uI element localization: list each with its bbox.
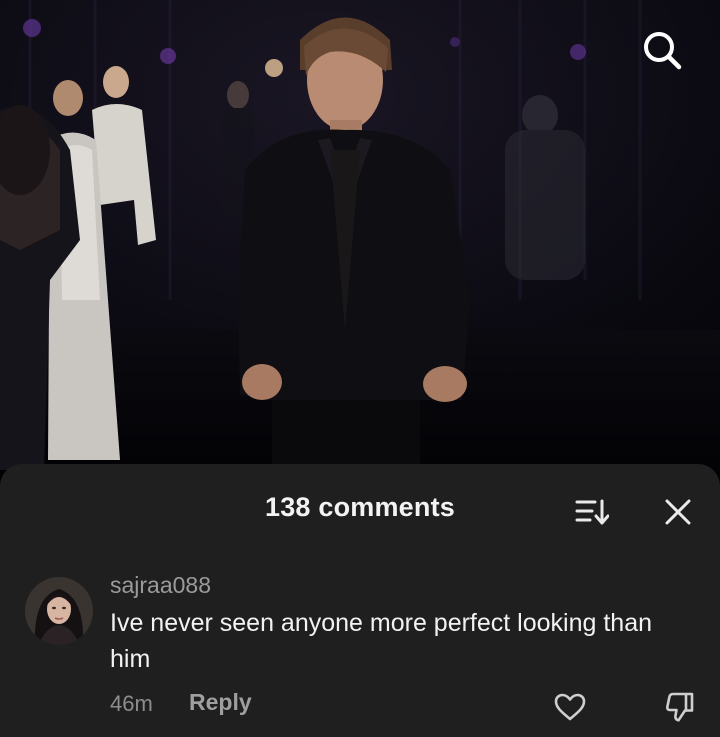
video-player[interactable] — [0, 0, 720, 480]
reply-button[interactable]: Reply — [189, 689, 252, 716]
video-frame-image — [0, 0, 720, 480]
avatar-image — [25, 577, 93, 645]
comment-username[interactable]: sajraa088 — [110, 572, 211, 599]
comment-text: Ive never seen anyone more perfect looki… — [110, 609, 653, 673]
search-icon — [644, 32, 682, 70]
dislike-button[interactable] — [658, 687, 702, 727]
search-button[interactable] — [640, 28, 696, 84]
close-icon — [665, 499, 691, 525]
comment-item: sajraa088 Ive never seen anyone more per… — [0, 569, 720, 737]
heart-icon — [554, 693, 586, 721]
like-button[interactable] — [548, 687, 592, 727]
sort-comments-button[interactable] — [570, 492, 614, 532]
comments-header: 138 comments — [0, 464, 720, 554]
comment-timestamp: 46m — [110, 691, 153, 716]
dislike-icon — [665, 692, 694, 722]
sort-icon — [575, 499, 609, 525]
avatar[interactable] — [25, 577, 93, 645]
close-comments-button[interactable] — [656, 490, 700, 534]
comments-sheet: 138 comments sajraa088 Ive never seen an… — [0, 464, 720, 737]
app-screen: 138 comments sajraa088 Ive never seen an… — [0, 0, 720, 737]
